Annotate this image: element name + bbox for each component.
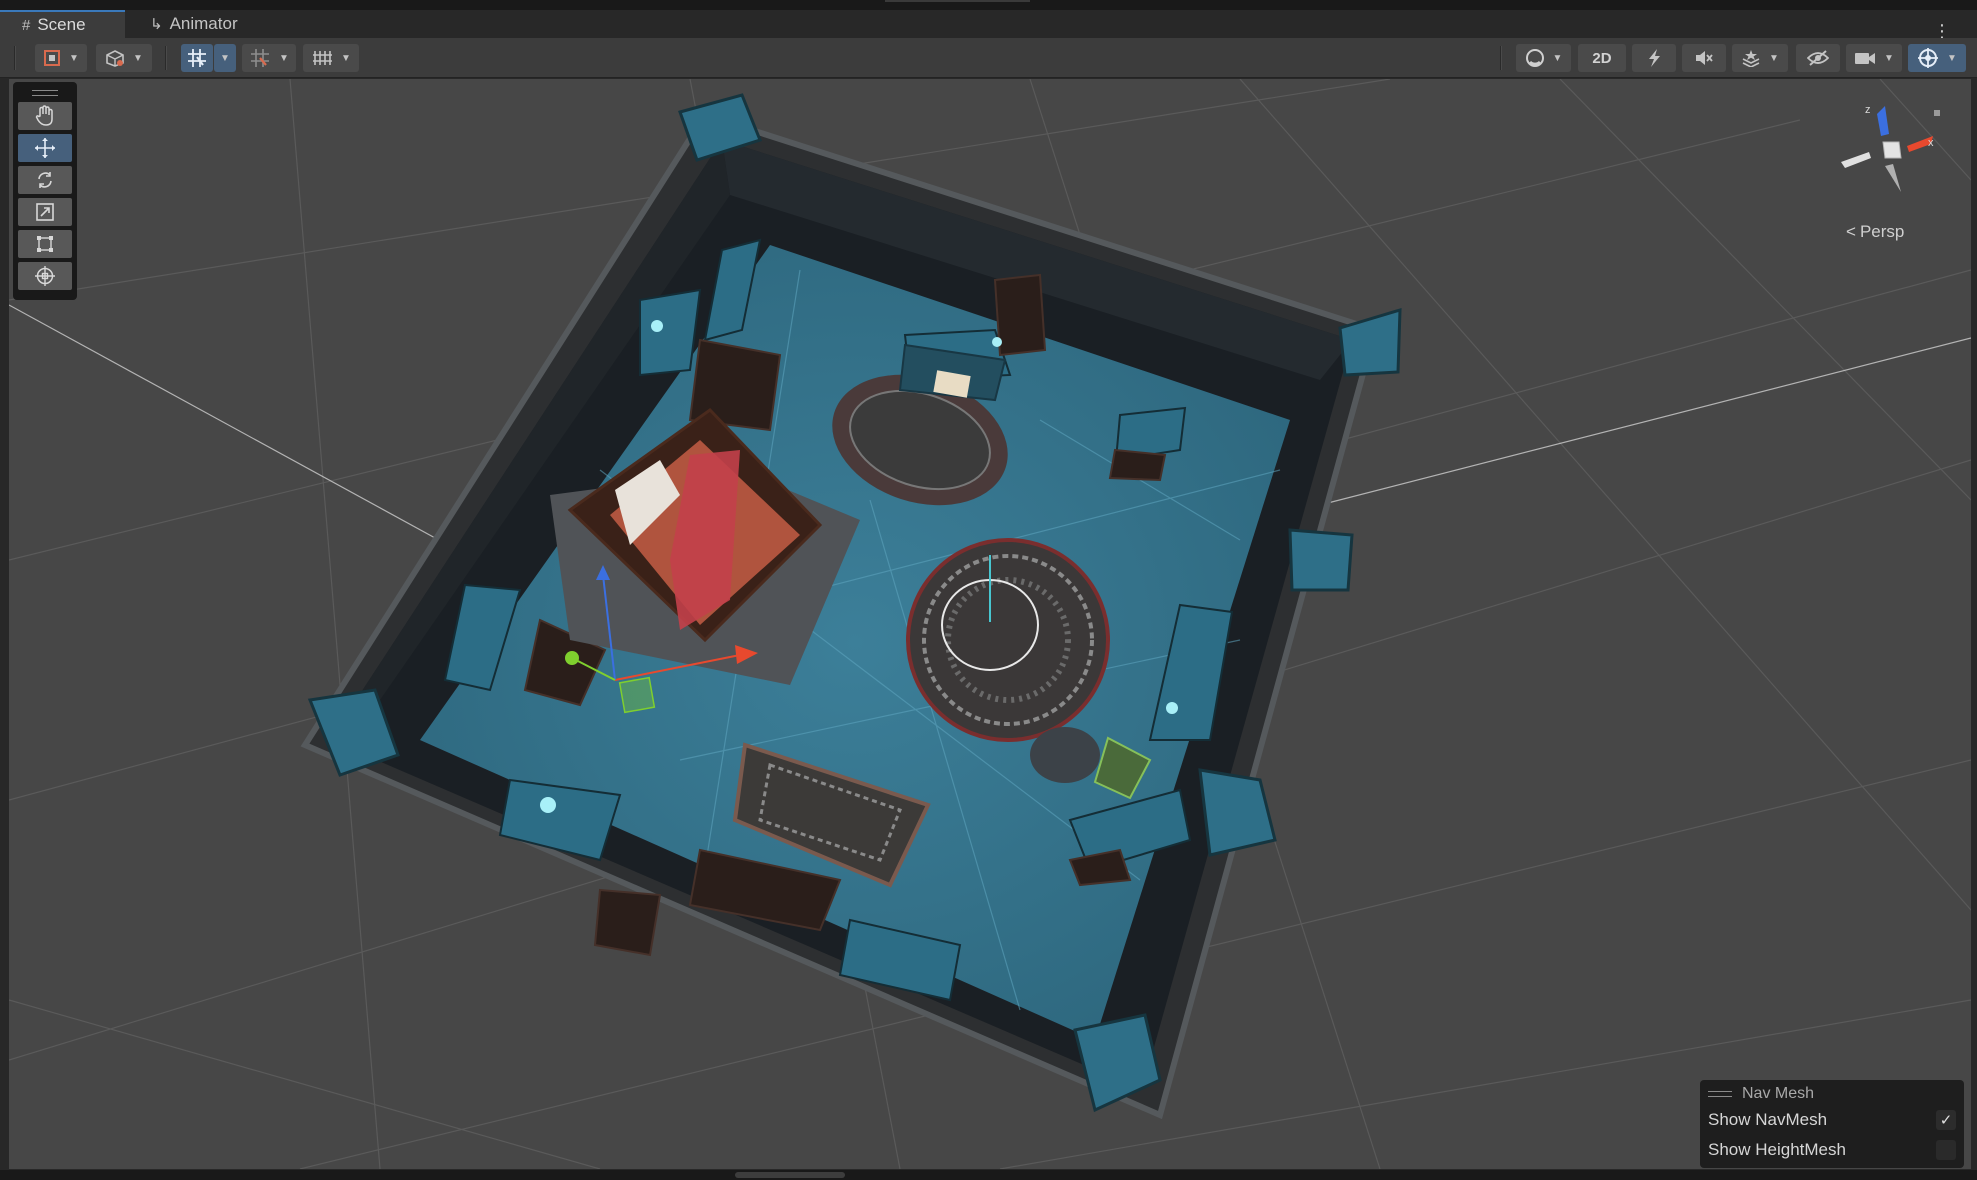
chevron-down-icon: ▼ (1769, 52, 1779, 64)
check-icon: ✓ (1939, 1112, 1953, 1129)
chevron-down-icon: ▼ (69, 52, 79, 64)
grid-snap-options-dropdown[interactable]: ▼ (214, 44, 236, 72)
effects-icon (1742, 50, 1760, 67)
draw-mode-dropdown[interactable]: ▼ (35, 44, 87, 72)
chevron-down-icon: ▼ (1947, 52, 1957, 64)
gizmo-z-label: z (1865, 104, 1871, 116)
rect-icon (37, 236, 53, 252)
tool-palette (13, 82, 77, 300)
rect-tool[interactable] (18, 230, 72, 258)
chevron-down-icon: ▼ (220, 52, 230, 64)
navmesh-overlay: Nav Mesh Show NavMesh ✓ Show HeightMesh (1700, 1080, 1964, 1168)
toolbar-separator (1500, 46, 1502, 70)
gizmo-neg-z-axis (1885, 164, 1901, 192)
chevron-down-icon: ▼ (341, 52, 351, 64)
shading-dropdown[interactable]: ▼ (96, 44, 152, 72)
draw-mode-icon (44, 50, 61, 66)
tab-scene-label: Scene (37, 15, 86, 34)
scrollbar-thumb[interactable] (735, 1172, 845, 1178)
tab-animator-label: Animator (169, 14, 238, 33)
gizmo-z-axis (1877, 106, 1889, 136)
gizmo-x-label: x (1928, 137, 1934, 149)
hidden-objects-icon (1807, 50, 1829, 66)
toggle-2d-button[interactable]: 2D (1578, 44, 1626, 72)
render-mode-dropdown[interactable]: ▼ (1516, 44, 1571, 72)
toolbar-separator (14, 46, 16, 70)
chevron-down-icon: ▼ (279, 52, 289, 64)
show-navmesh-label: Show NavMesh (1708, 1110, 1828, 1129)
grid-visibility-dropdown[interactable]: ▼ (303, 44, 359, 72)
gizmo-neg-x-axis (1841, 152, 1871, 168)
effects-dropdown[interactable]: ▼ (1732, 44, 1788, 72)
move-arrows-icon (35, 138, 55, 158)
show-heightmesh-checkbox[interactable] (1936, 1140, 1956, 1160)
transform-icon (35, 266, 55, 286)
gizmo-center-cube (1882, 141, 1902, 159)
scale-tool[interactable] (18, 198, 72, 226)
increment-snap-icon (251, 49, 270, 67)
toolbar-separator (165, 46, 167, 70)
chevron-down-icon: ▼ (1884, 52, 1894, 64)
show-heightmesh-label: Show HeightMesh (1708, 1140, 1846, 1159)
chevron-left-icon: < (1846, 222, 1856, 241)
window-top-border (0, 0, 1977, 10)
shading-icon (106, 50, 124, 67)
navmesh-title-bar[interactable]: Nav Mesh (1708, 1083, 1956, 1105)
rotate-icon (38, 172, 52, 188)
tab-bar: # Scene ↳ Animator ⋮ (0, 10, 1977, 40)
scene-window: # Scene ↳ Animator ⋮ ▼ ▼ ▼ ▼ ▼ ▼ 2D ▼ ▼ … (0, 0, 1977, 1180)
scene-camera-dropdown[interactable]: ▼ (1846, 44, 1902, 72)
projection-label: Persp (1859, 222, 1905, 241)
camera-icon (1855, 53, 1876, 64)
orientation-gizmo[interactable] (1835, 100, 1945, 210)
scene-toolbar: ▼ ▼ ▼ ▼ ▼ ▼ 2D ▼ ▼ ▼ (0, 38, 1977, 78)
scene-hash-icon: # (22, 16, 31, 34)
grid-snap-icon (188, 49, 206, 67)
grid-snap-toggle[interactable] (181, 44, 213, 72)
bottom-scrollbar[interactable] (0, 1170, 1977, 1180)
animator-icon: ↳ (150, 16, 163, 33)
hand-icon (35, 105, 53, 126)
window-drag-handle[interactable] (885, 0, 1030, 2)
grid-visibility-icon (313, 51, 333, 65)
lighting-icon (1649, 49, 1660, 67)
hidden-objects-toggle[interactable] (1796, 44, 1840, 72)
scene-viewport[interactable] (9, 79, 1971, 1169)
render-mode-sphere-icon (1525, 49, 1544, 67)
chevron-down-icon: ▼ (1552, 52, 1563, 64)
audio-toggle[interactable] (1682, 44, 1726, 72)
chevron-down-icon: ▼ (133, 52, 143, 64)
show-heightmesh-row: Show HeightMesh (1708, 1135, 1956, 1165)
projection-toggle[interactable]: < Persp (1846, 222, 1904, 242)
rotate-tool[interactable] (18, 166, 72, 194)
lighting-toggle[interactable] (1632, 44, 1676, 72)
increment-snap-dropdown[interactable]: ▼ (242, 44, 296, 72)
show-navmesh-row: Show NavMesh ✓ (1708, 1105, 1956, 1135)
toggle-2d-label: 2D (1592, 49, 1612, 67)
transform-tool[interactable] (18, 262, 72, 290)
tab-animator[interactable]: ↳ Animator (128, 10, 268, 38)
palette-grip-icon[interactable] (32, 90, 58, 96)
tab-scene[interactable]: # Scene (0, 10, 125, 38)
navmesh-title: Nav Mesh (1742, 1085, 1815, 1102)
gizmo-y-dot (1934, 110, 1940, 116)
scale-icon (36, 203, 54, 221)
show-navmesh-checkbox[interactable]: ✓ (1936, 1110, 1956, 1130)
gizmos-dropdown[interactable]: ▼ (1908, 44, 1966, 72)
hand-tool[interactable] (18, 102, 72, 130)
audio-mute-icon (1696, 51, 1713, 65)
scene-render[interactable] (9, 79, 1971, 1169)
move-tool[interactable] (18, 134, 72, 162)
overlay-grip-icon[interactable] (1708, 1091, 1732, 1097)
gizmos-icon (1918, 48, 1939, 68)
